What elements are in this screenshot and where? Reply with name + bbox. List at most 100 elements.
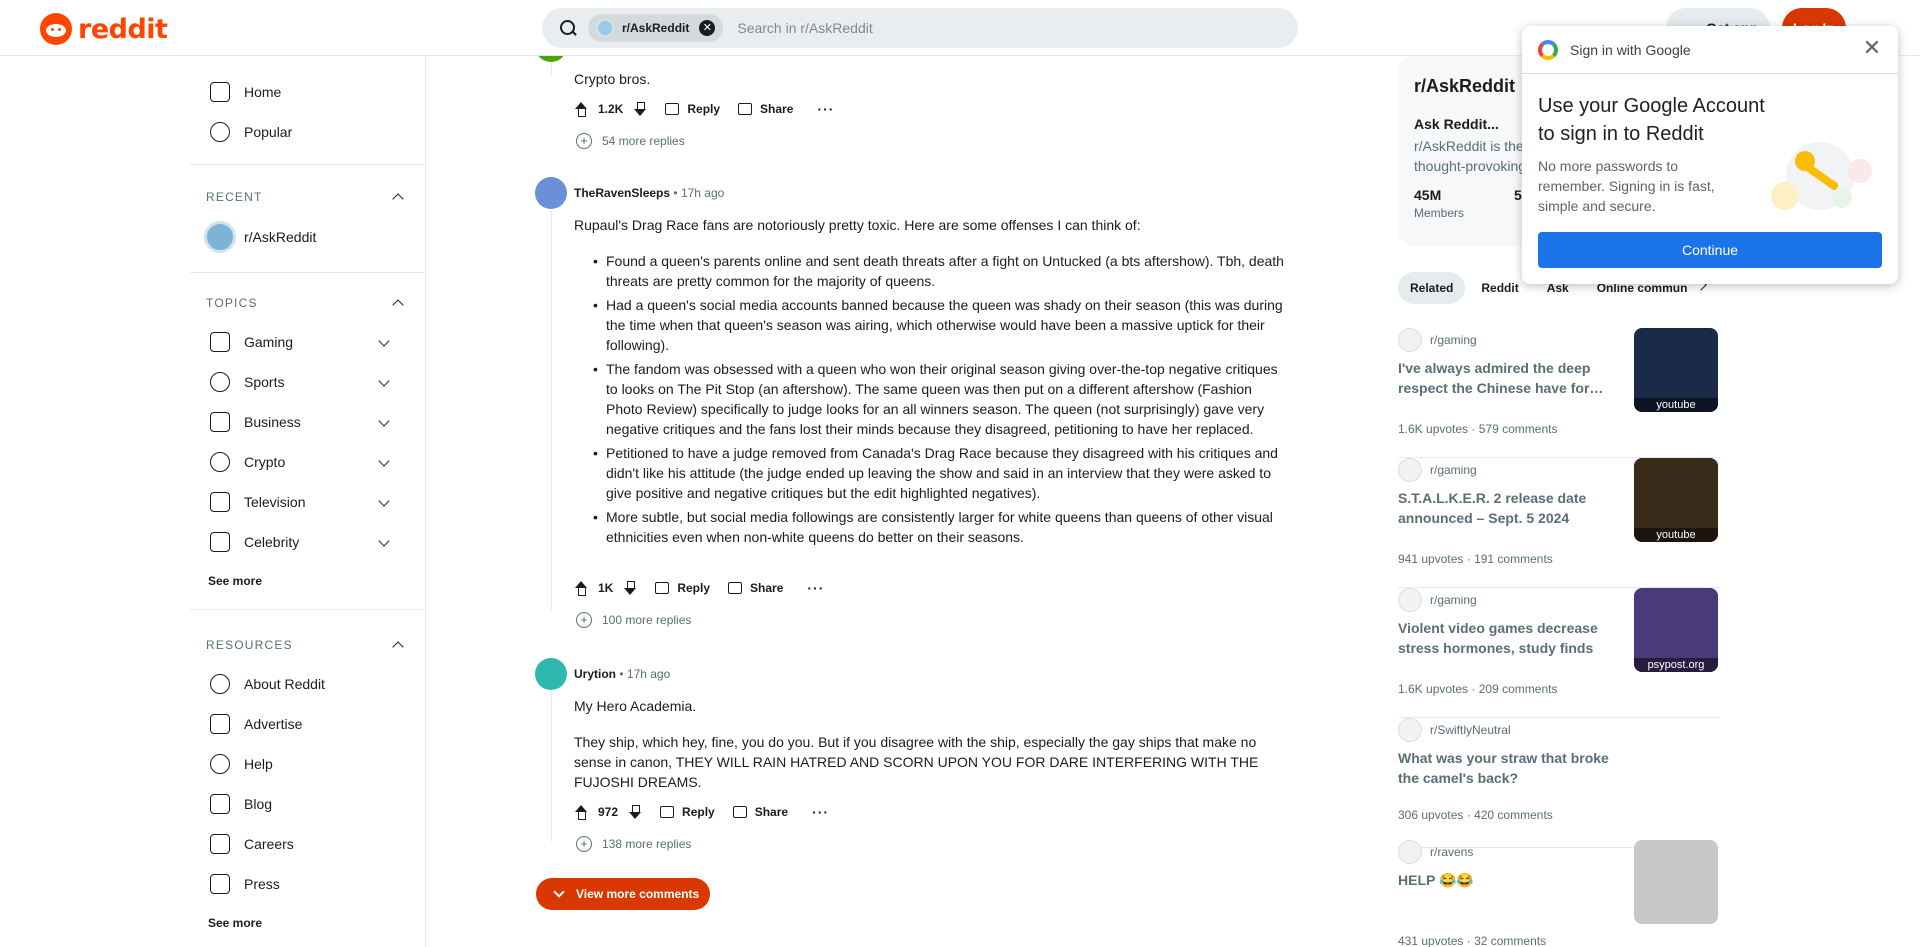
search-input[interactable]: Search in r/AskReddit bbox=[737, 20, 872, 36]
list-item: The fandom was obsessed with a queen who… bbox=[593, 359, 1286, 439]
post-subreddit-label: r/gaming bbox=[1430, 333, 1477, 347]
view-more-comments-button[interactable]: View more comments bbox=[536, 878, 710, 910]
post-title[interactable]: HELP 😂😂 bbox=[1398, 870, 1618, 890]
post-title[interactable]: S.T.A.L.K.E.R. 2 release date announced … bbox=[1398, 488, 1618, 528]
resource-about[interactable]: About Reddit bbox=[190, 664, 410, 704]
topic-gaming[interactable]: Gaming bbox=[190, 322, 410, 362]
reply-label: Reply bbox=[682, 805, 715, 819]
resource-press[interactable]: Press bbox=[190, 864, 410, 904]
thread-line[interactable] bbox=[551, 211, 552, 611]
resource-help[interactable]: Help bbox=[190, 744, 410, 784]
reddit-logo[interactable]: reddit bbox=[40, 13, 168, 45]
clear-scope-icon[interactable]: ✕ bbox=[699, 20, 716, 36]
upvote-icon[interactable] bbox=[574, 804, 588, 820]
resource-blog[interactable]: Blog bbox=[190, 784, 410, 824]
topics-see-more[interactable]: See more bbox=[208, 574, 262, 588]
recent-title: RECENT bbox=[206, 190, 263, 204]
topic-television[interactable]: Television bbox=[190, 482, 410, 522]
post-thumbnail[interactable]: youtube bbox=[1634, 458, 1718, 542]
reply-button[interactable]: Reply bbox=[660, 805, 715, 819]
search-bar[interactable]: r/AskReddit ✕ Search in r/AskReddit bbox=[542, 8, 1298, 48]
comment-avatar[interactable] bbox=[535, 177, 567, 209]
topic-business[interactable]: Business bbox=[190, 402, 410, 442]
comment-time: 17h ago bbox=[680, 186, 725, 200]
more-replies-link[interactable]: + 54 more replies bbox=[576, 133, 685, 149]
search-scope-chip[interactable]: r/AskReddit ✕ bbox=[588, 14, 724, 42]
post-subreddit[interactable]: r/gaming bbox=[1398, 328, 1477, 352]
share-label: Share bbox=[754, 805, 789, 819]
downvote-icon[interactable] bbox=[633, 101, 647, 117]
more-replies-link[interactable]: + 100 more replies bbox=[576, 612, 691, 628]
nav-home[interactable]: Home bbox=[190, 72, 410, 112]
resource-advertise[interactable]: Advertise bbox=[190, 704, 410, 744]
star-icon bbox=[210, 532, 230, 552]
post-subreddit[interactable]: r/gaming bbox=[1398, 458, 1477, 482]
downvote-icon[interactable] bbox=[628, 804, 642, 820]
related-post[interactable]: r/gaming Violent video games decrease str… bbox=[1398, 588, 1720, 718]
reply-button[interactable]: Reply bbox=[655, 581, 710, 595]
more-options-icon[interactable]: ··· bbox=[812, 804, 829, 820]
subreddit-avatar bbox=[1398, 588, 1422, 612]
post-title[interactable]: I've always admired the deep respect the… bbox=[1398, 358, 1618, 398]
post-title[interactable]: Violent video games decrease stress horm… bbox=[1398, 618, 1618, 658]
divider bbox=[190, 164, 426, 165]
more-options-icon[interactable]: ··· bbox=[817, 101, 834, 117]
downvote-icon[interactable] bbox=[623, 580, 637, 596]
stats-separator: · bbox=[1471, 422, 1476, 436]
comment-icon bbox=[655, 582, 670, 594]
topics-title: TOPICS bbox=[206, 296, 258, 310]
related-post[interactable]: r/ravens HELP 😂😂 431 upvotes · 32 comments bbox=[1398, 840, 1720, 947]
more-options-icon[interactable]: ··· bbox=[807, 580, 824, 596]
post-title[interactable]: What was your straw that broke the camel… bbox=[1398, 748, 1618, 788]
post-thumbnail[interactable]: psypost.org bbox=[1634, 588, 1718, 672]
topic-label: Sports bbox=[244, 374, 285, 390]
comment-body: Rupaul's Drag Race fans are notoriously … bbox=[574, 217, 1141, 233]
reply-button[interactable]: Reply bbox=[665, 102, 720, 116]
search-icon bbox=[560, 20, 576, 36]
resource-label: Press bbox=[244, 876, 280, 892]
comment-icon bbox=[665, 103, 680, 115]
post-comments: 191 comments bbox=[1474, 552, 1553, 566]
upvote-icon[interactable] bbox=[574, 580, 588, 596]
comment-author[interactable]: TheRavenSleeps bbox=[574, 186, 670, 200]
upvote-icon[interactable] bbox=[574, 101, 588, 117]
related-post[interactable]: r/gaming S.T.A.L.K.E.R. 2 release date an… bbox=[1398, 458, 1720, 588]
more-replies-link[interactable]: + 138 more replies bbox=[576, 836, 691, 852]
related-post[interactable]: r/gaming I've always admired the deep res… bbox=[1398, 328, 1720, 458]
comment-actions: 1K Reply Share ··· bbox=[574, 576, 824, 600]
topic-crypto[interactable]: Crypto bbox=[190, 442, 410, 482]
resources-section-header[interactable]: RESOURCES bbox=[206, 638, 410, 653]
stats-separator: · bbox=[1466, 808, 1471, 822]
continue-button[interactable]: Continue bbox=[1538, 232, 1882, 268]
tab-related[interactable]: Related bbox=[1398, 272, 1466, 304]
share-button[interactable]: Share bbox=[732, 805, 789, 819]
share-button[interactable]: Share bbox=[728, 581, 783, 595]
topics-section-header[interactable]: TOPICS bbox=[206, 296, 410, 311]
resources-see-more[interactable]: See more bbox=[208, 916, 262, 930]
subreddit-title[interactable]: r/AskReddit bbox=[1414, 76, 1515, 97]
topic-celebrity[interactable]: Celebrity bbox=[190, 522, 410, 562]
topic-sports[interactable]: Sports bbox=[190, 362, 410, 402]
post-thumbnail[interactable]: youtube bbox=[1634, 328, 1718, 412]
post-comments: 32 comments bbox=[1474, 934, 1547, 947]
post-subreddit[interactable]: r/SwiftlyNeutral bbox=[1398, 718, 1511, 742]
recent-section-header[interactable]: RECENT bbox=[206, 190, 410, 205]
chart-icon bbox=[210, 412, 230, 432]
resource-careers[interactable]: Careers bbox=[190, 824, 410, 864]
reddit-logo-icon bbox=[40, 13, 72, 45]
comment-avatar[interactable] bbox=[535, 658, 567, 690]
related-post[interactable]: r/SwiftlyNeutral What was your straw that… bbox=[1398, 718, 1720, 848]
close-icon[interactable]: ✕ bbox=[1860, 36, 1884, 60]
chevron-down-icon bbox=[378, 455, 390, 467]
post-stats: 431 upvotes · 32 comments bbox=[1398, 934, 1546, 947]
share-button[interactable]: Share bbox=[738, 102, 793, 116]
recent-item-askreddit[interactable]: r/AskReddit bbox=[190, 217, 410, 257]
resource-label: Advertise bbox=[244, 716, 303, 732]
meta-separator: • bbox=[619, 667, 624, 681]
post-subreddit[interactable]: r/ravens bbox=[1398, 840, 1473, 864]
thread-line[interactable] bbox=[551, 692, 552, 842]
comment-author[interactable]: Urytion bbox=[574, 667, 616, 681]
post-thumbnail[interactable] bbox=[1634, 840, 1718, 924]
post-subreddit[interactable]: r/gaming bbox=[1398, 588, 1477, 612]
nav-popular[interactable]: Popular bbox=[190, 112, 410, 152]
